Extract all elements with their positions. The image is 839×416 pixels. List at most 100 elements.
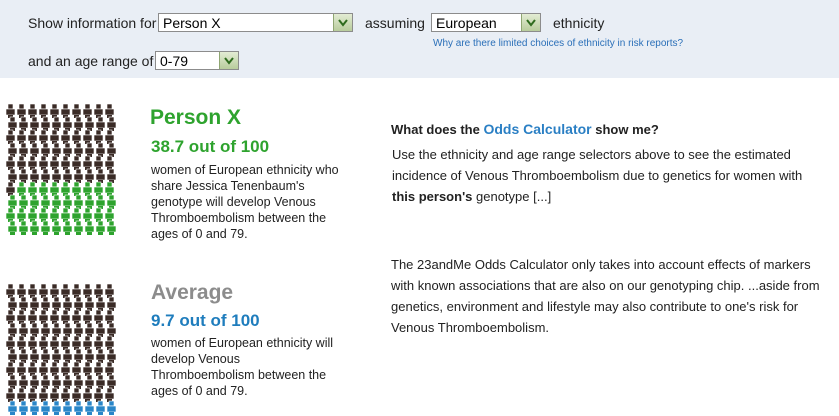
person-figure-icon bbox=[49, 283, 60, 298]
person-figure-icon bbox=[29, 220, 40, 235]
person-figure-icon bbox=[29, 168, 40, 183]
age-range-select[interactable]: 0-79 bbox=[155, 51, 239, 70]
person-figure-icon bbox=[82, 335, 93, 350]
person-figure-icon bbox=[18, 142, 29, 157]
person-figure-icon bbox=[73, 348, 84, 363]
person-figure-icon bbox=[62, 142, 73, 157]
person-figure-icon bbox=[93, 207, 104, 222]
person-figure-icon bbox=[73, 168, 84, 183]
person-figure-icon bbox=[49, 181, 60, 196]
person-figure-icon bbox=[5, 335, 16, 350]
person-figure-icon bbox=[95, 220, 106, 235]
person-figure-icon bbox=[51, 400, 62, 415]
person-figure-icon bbox=[49, 207, 60, 222]
person-figure-icon bbox=[82, 129, 93, 144]
person-figure-icon bbox=[40, 400, 51, 415]
person-figure-icon bbox=[49, 361, 60, 376]
person-figure-icon bbox=[5, 181, 16, 196]
person-figure-icon bbox=[16, 283, 27, 298]
chevron-down-icon[interactable] bbox=[333, 14, 352, 31]
chevron-down-icon[interactable] bbox=[219, 52, 238, 69]
chevron-down-icon[interactable] bbox=[521, 14, 540, 31]
read-more-link[interactable]: [...] bbox=[533, 189, 551, 204]
person-figure-icon bbox=[5, 387, 16, 402]
person-figure-icon bbox=[7, 168, 18, 183]
person-figure-icon bbox=[73, 400, 84, 415]
person-figure-icon bbox=[27, 387, 38, 402]
person-figure-icon bbox=[82, 361, 93, 376]
person-figure-icon bbox=[18, 296, 29, 311]
age-range-select-value: 0-79 bbox=[160, 53, 189, 69]
person-figure-icon bbox=[60, 335, 71, 350]
person-figure-icon bbox=[73, 296, 84, 311]
person-figure-icon bbox=[60, 361, 71, 376]
person-figure-icon bbox=[60, 155, 71, 170]
person-figure-icon bbox=[29, 374, 40, 389]
person-figure-icon bbox=[40, 296, 51, 311]
person-figure-icon bbox=[104, 129, 115, 144]
person-figure-icon bbox=[38, 129, 49, 144]
person-figure-icon bbox=[71, 155, 82, 170]
person-figure-icon bbox=[73, 220, 84, 235]
person-figure-icon bbox=[93, 335, 104, 350]
person-figure-icon bbox=[62, 296, 73, 311]
odds-calculator-question: What does the Odds Calculator show me? bbox=[391, 121, 659, 137]
person-figure-icon bbox=[93, 181, 104, 196]
person-figure-icon bbox=[5, 155, 16, 170]
person-figure-icon bbox=[16, 335, 27, 350]
person-figure-icon bbox=[71, 129, 82, 144]
show-information-label: Show information for bbox=[28, 15, 157, 31]
person-figure-icon bbox=[7, 296, 18, 311]
person-figure-icon bbox=[40, 142, 51, 157]
person-figure-icon bbox=[16, 129, 27, 144]
person-figure-icon bbox=[104, 387, 115, 402]
person-figure-icon bbox=[71, 207, 82, 222]
person-figure-icon bbox=[18, 168, 29, 183]
ethnicity-info-link[interactable]: Why are there limited choices of ethnici… bbox=[433, 38, 683, 49]
person-figure-icon bbox=[106, 348, 117, 363]
person-figure-icon bbox=[7, 220, 18, 235]
person-figure-icon bbox=[38, 387, 49, 402]
person-figure-icon bbox=[60, 103, 71, 118]
person-figure-icon bbox=[62, 194, 73, 209]
person-figure-icon bbox=[84, 142, 95, 157]
person-figure-icon bbox=[62, 400, 73, 415]
person-figure-icon bbox=[93, 155, 104, 170]
person-figure-icon bbox=[62, 322, 73, 337]
person-figure-icon bbox=[106, 322, 117, 337]
person-figure-icon bbox=[51, 168, 62, 183]
genotype-text: genotype bbox=[476, 189, 530, 204]
person-figure-icon bbox=[38, 361, 49, 376]
person-figure-icon bbox=[82, 283, 93, 298]
person-figure-icon bbox=[60, 207, 71, 222]
person-select[interactable]: Person X bbox=[158, 13, 353, 32]
person-figure-icon bbox=[71, 335, 82, 350]
person-figure-icon bbox=[38, 155, 49, 170]
person-figure-icon bbox=[18, 400, 29, 415]
person-figure-icon bbox=[51, 142, 62, 157]
person-figure-icon bbox=[62, 168, 73, 183]
question-pre: What does the bbox=[391, 122, 480, 137]
person-figure-icon bbox=[106, 374, 117, 389]
person-figure-icon bbox=[84, 322, 95, 337]
assuming-label: assuming bbox=[365, 15, 425, 31]
average-description: women of European ethnicity will develop… bbox=[151, 336, 334, 398]
person-figure-icon bbox=[38, 103, 49, 118]
person-figure-icon bbox=[95, 142, 106, 157]
odds-calculator-link[interactable]: Odds Calculator bbox=[483, 121, 591, 137]
person-figure-icon bbox=[82, 387, 93, 402]
person-figure-icon bbox=[38, 181, 49, 196]
person-figure-icon bbox=[40, 194, 51, 209]
average-odds-pictogram bbox=[5, 283, 117, 415]
person-figure-icon bbox=[49, 335, 60, 350]
person-figure-icon bbox=[49, 387, 60, 402]
this-persons-text: this person's bbox=[392, 189, 473, 204]
person-figure-icon bbox=[5, 129, 16, 144]
person-figure-icon bbox=[16, 387, 27, 402]
average-title: Average bbox=[151, 281, 234, 304]
person-figure-icon bbox=[7, 142, 18, 157]
ethnicity-select[interactable]: European bbox=[431, 13, 541, 32]
person-figure-icon bbox=[106, 220, 117, 235]
person-figure-icon bbox=[29, 400, 40, 415]
person-figure-icon bbox=[51, 296, 62, 311]
